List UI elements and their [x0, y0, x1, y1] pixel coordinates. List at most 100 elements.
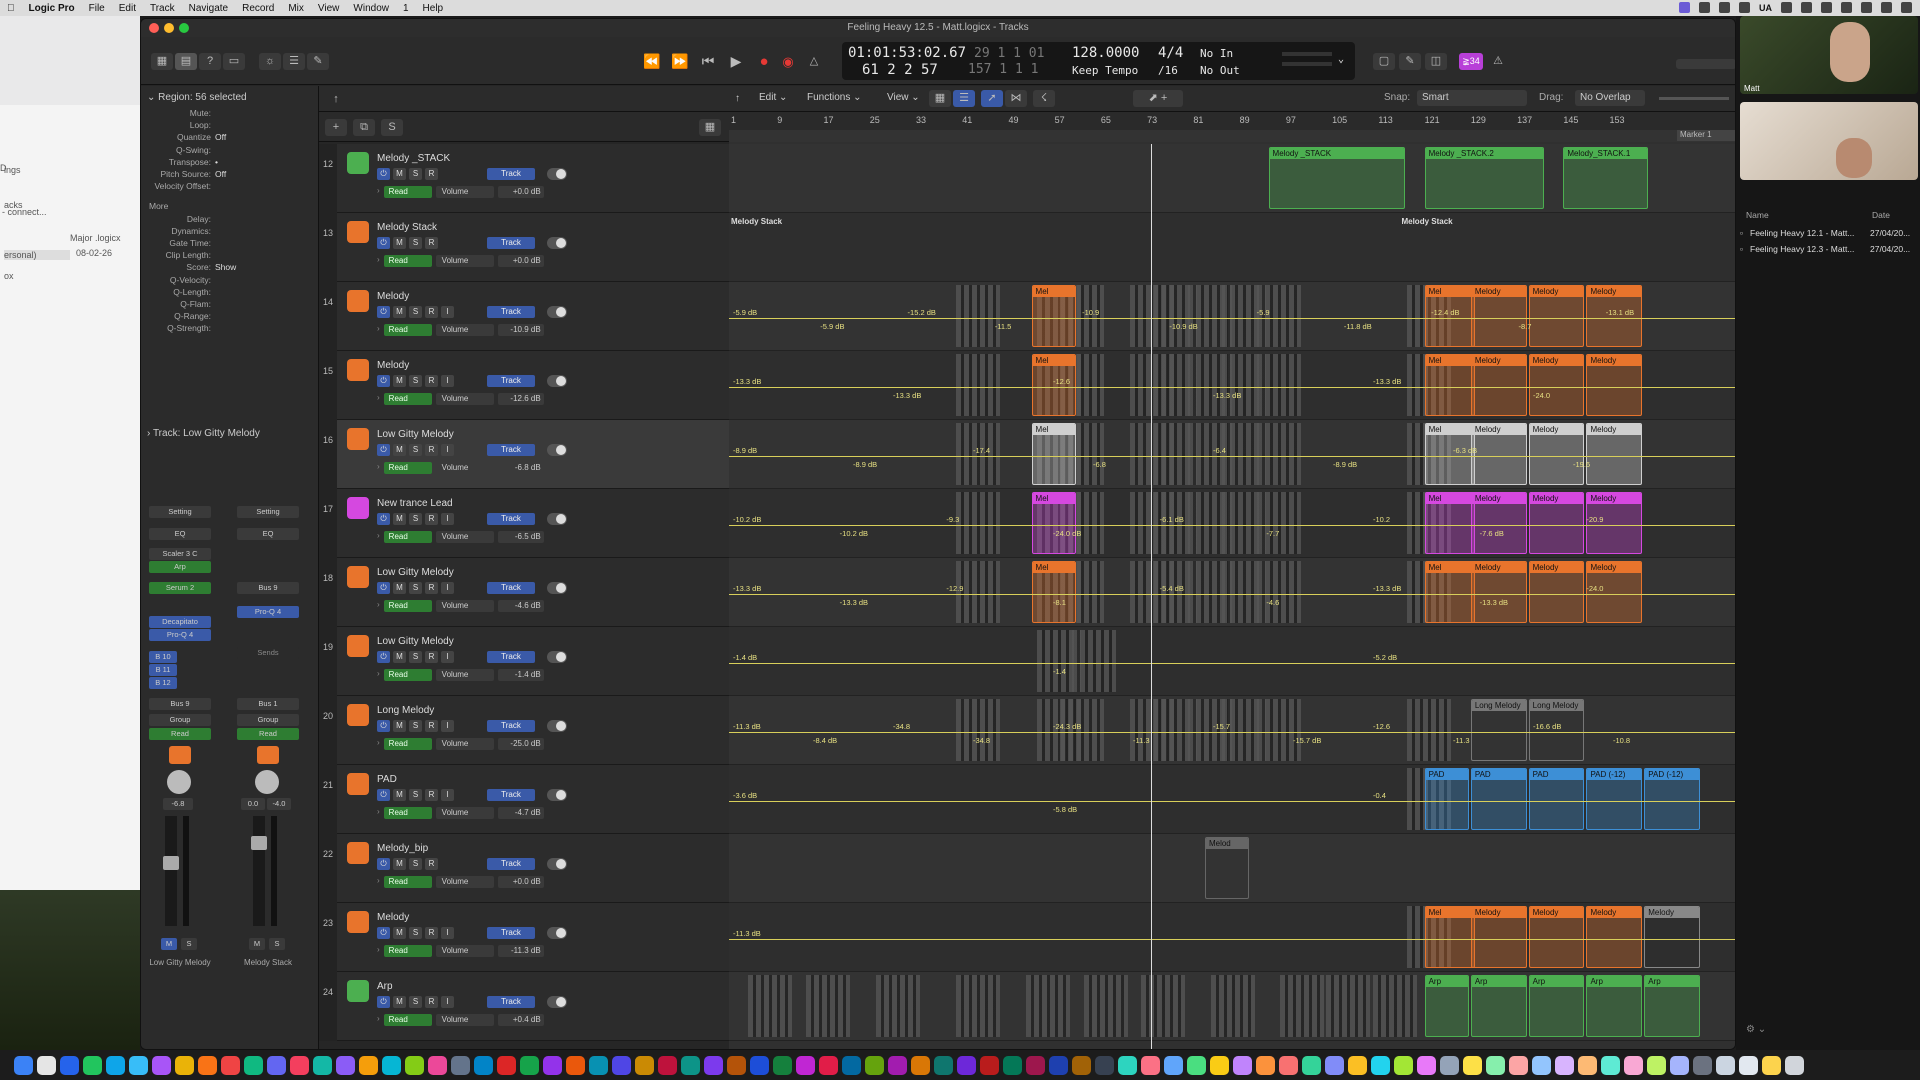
solo-button[interactable]: S [409, 237, 422, 249]
automation-value[interactable]: -25.0 dB [497, 738, 544, 750]
automation-line[interactable] [729, 732, 1735, 733]
power-icon[interactable]: ⏻ [377, 651, 390, 663]
instrument-icon[interactable] [347, 704, 369, 726]
region[interactable]: PAD (-12) [1586, 768, 1643, 830]
dock-app-icon[interactable] [497, 1055, 516, 1075]
track-name[interactable]: Melody_bip [377, 843, 428, 854]
mute-button[interactable]: M [393, 375, 406, 387]
track-header[interactable]: 20 Long Melody ⏻ M S R I Track › Read Volume -25.0 … [319, 696, 729, 765]
mute-button[interactable]: M [393, 720, 406, 732]
power-icon[interactable]: ⏻ [377, 375, 390, 387]
region-cluster[interactable] [1256, 354, 1301, 416]
smart-controls-icon[interactable]: ☼ [259, 53, 281, 70]
power-icon[interactable]: ⏻ [377, 720, 390, 732]
automation-point-value[interactable]: -11.3 [1133, 736, 1150, 745]
track-name[interactable]: Low Gitty Melody [377, 636, 454, 647]
dock-app-icon[interactable] [405, 1055, 424, 1075]
track-group-button[interactable]: Track [487, 375, 535, 387]
track-toggle[interactable] [547, 237, 567, 249]
track-group-button[interactable]: Track [487, 651, 535, 663]
master-volume-slider[interactable] [1676, 59, 1735, 69]
region[interactable]: Mel [1031, 492, 1076, 554]
disclosure-icon[interactable]: › [377, 738, 380, 750]
automation-point-value[interactable]: -17.4 [973, 446, 990, 455]
notes-icon[interactable]: ✎ [1399, 53, 1421, 70]
status-icon[interactable] [1821, 2, 1832, 13]
menu-item-navigate[interactable]: Navigate [182, 3, 235, 14]
input-monitor-button[interactable]: I [441, 720, 454, 732]
disclosure-icon[interactable]: › [377, 531, 380, 543]
strip-eq[interactable]: EQ [149, 528, 211, 540]
solo-button[interactable]: S [409, 168, 422, 180]
lcd-tempo[interactable]: 128.0000 [1072, 45, 1139, 61]
record-button[interactable]: R [425, 651, 438, 663]
automation-point-value[interactable]: -24.0 [1533, 391, 1550, 400]
editors-icon[interactable]: ✎ [307, 53, 329, 70]
automation-value[interactable]: -4.7 dB [497, 807, 544, 819]
catch-icon[interactable]: ☇ [1033, 90, 1055, 107]
track-header[interactable]: 22 Melody_bip ⏻ M S R Track › Read Volume +0.0 dB [319, 834, 729, 903]
automation-parameter[interactable]: Volume [435, 945, 494, 957]
strip-instrument[interactable]: Serum 2 [149, 582, 211, 594]
inspector-param-value[interactable]: • [215, 157, 218, 167]
dock-app-icon[interactable] [152, 1055, 171, 1075]
video-tile[interactable]: Matt [1740, 16, 1918, 94]
record-button[interactable]: R [425, 996, 438, 1008]
automation-point-value[interactable]: -12.9 [946, 584, 963, 593]
close-icon[interactable] [149, 23, 159, 33]
region[interactable]: PAD [1470, 768, 1527, 830]
dock-app-icon[interactable] [1486, 1055, 1505, 1075]
solo-button[interactable]: S [409, 582, 422, 594]
region-cluster[interactable] [956, 285, 1001, 347]
pan-knob[interactable] [167, 770, 191, 794]
dock-app-icon[interactable] [612, 1055, 631, 1075]
strip-setting[interactable]: Setting [237, 506, 299, 518]
automation-point-value[interactable]: -12.6 [1373, 722, 1390, 731]
automation-mode[interactable]: Read [383, 876, 432, 888]
dock-app-icon[interactable] [842, 1055, 861, 1075]
track-toggle[interactable] [547, 444, 567, 456]
strip-insert[interactable]: Pro-Q 4 [149, 629, 211, 641]
menu-item-help[interactable]: Help [416, 3, 451, 14]
power-icon[interactable]: ⏻ [377, 927, 390, 939]
zoom-slider[interactable] [1659, 97, 1729, 100]
automation-line[interactable] [729, 318, 1735, 319]
track-header[interactable]: 15 Melody ⏻ M S R I Track › Read Volume -12.6 dB [319, 351, 729, 420]
functions-menu[interactable]: Functions ⌄ [807, 92, 862, 103]
flex-icon[interactable]: ⋈ [1005, 90, 1027, 107]
solo-button[interactable]: S [409, 720, 422, 732]
fader-handle[interactable] [251, 836, 267, 850]
track-group-button[interactable]: Track [487, 168, 535, 180]
track-header[interactable]: 16 Low Gitty Melody ⏻ M S R I Track › Read Volume -… [319, 420, 729, 489]
region-cluster[interactable] [806, 975, 851, 1037]
dock-app-icon[interactable] [635, 1055, 654, 1075]
automation-mode[interactable]: Read [383, 945, 432, 957]
region[interactable]: Arp [1586, 975, 1643, 1037]
dock-app-icon[interactable] [704, 1055, 723, 1075]
dock-app-icon[interactable] [819, 1055, 838, 1075]
dock-app-icon[interactable] [750, 1055, 769, 1075]
input-monitor-button[interactable]: I [441, 582, 454, 594]
track-toggle[interactable] [547, 858, 567, 870]
dock-app-icon[interactable] [589, 1055, 608, 1075]
region-cluster[interactable] [956, 492, 1001, 554]
strip-plugin[interactable]: Arp [149, 561, 211, 573]
strip-solo-button[interactable]: S [181, 938, 197, 950]
automation-point-value[interactable]: -8.9 dB [853, 460, 877, 469]
solo-button[interactable]: S [409, 651, 422, 663]
strip-automation-mode[interactable]: Read [149, 728, 211, 740]
automation-point-value[interactable]: -10.9 dB [1169, 322, 1197, 331]
region[interactable]: Arp [1424, 975, 1469, 1037]
track-toggle[interactable] [547, 582, 567, 594]
automation-point-value[interactable]: -20.9 [1586, 515, 1603, 524]
strip-output[interactable]: Bus 1 [237, 698, 299, 710]
automation-point-value[interactable]: -6.3 dB [1453, 446, 1477, 455]
region-cluster[interactable] [1210, 975, 1255, 1037]
solo-button[interactable]: S [409, 375, 422, 387]
instrument-icon[interactable] [347, 152, 369, 174]
dock-app-icon[interactable] [1532, 1055, 1551, 1075]
automation-parameter[interactable]: Volume [435, 324, 494, 336]
automation-point-value[interactable]: -11.3 dB [733, 929, 761, 938]
track-header[interactable]: 23 Melody ⏻ M S R I Track › Read Volume -11.3 dB [319, 903, 729, 972]
power-icon[interactable]: ⏻ [377, 444, 390, 456]
